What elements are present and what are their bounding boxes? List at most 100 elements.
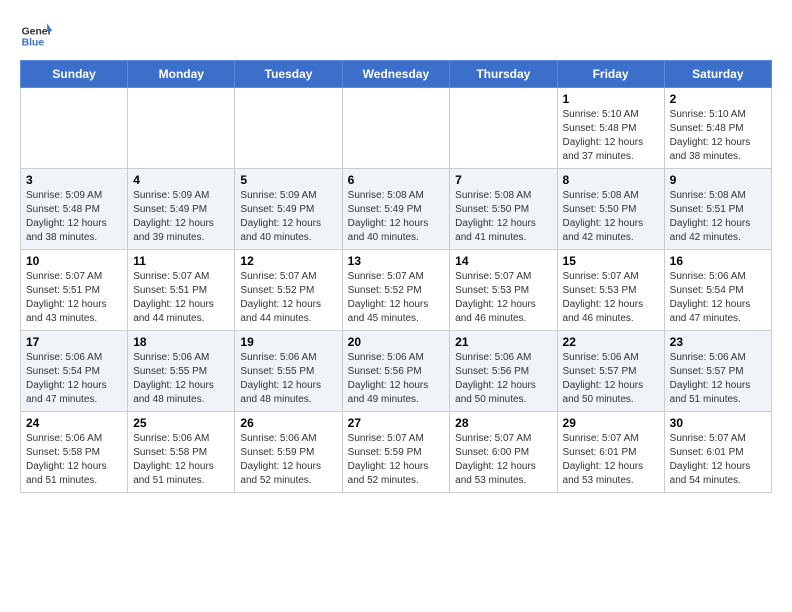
page-header: General Blue <box>20 20 772 52</box>
day-number: 5 <box>240 173 336 187</box>
day-info: Sunrise: 5:07 AM Sunset: 5:52 PM Dayligh… <box>240 270 336 326</box>
calendar-cell: 28 Sunrise: 5:07 AM Sunset: 6:00 PM Dayli… <box>450 412 557 493</box>
weekday-header-sunday: Sunday <box>21 61 128 88</box>
day-number: 28 <box>455 416 551 430</box>
calendar-body: 1 Sunrise: 5:10 AM Sunset: 5:48 PM Daylig… <box>21 88 772 493</box>
calendar-cell: 10 Sunrise: 5:07 AM Sunset: 5:51 PM Dayli… <box>21 250 128 331</box>
day-number: 8 <box>563 173 659 187</box>
day-number: 17 <box>26 335 122 349</box>
calendar-cell: 17 Sunrise: 5:06 AM Sunset: 5:54 PM Dayli… <box>21 331 128 412</box>
svg-text:Blue: Blue <box>22 38 45 49</box>
calendar-cell: 8 Sunrise: 5:08 AM Sunset: 5:50 PM Daylig… <box>557 169 664 250</box>
day-info: Sunrise: 5:07 AM Sunset: 5:51 PM Dayligh… <box>26 270 122 326</box>
day-number: 4 <box>133 173 229 187</box>
day-info: Sunrise: 5:06 AM Sunset: 5:54 PM Dayligh… <box>26 351 122 407</box>
day-info: Sunrise: 5:06 AM Sunset: 5:56 PM Dayligh… <box>348 351 445 407</box>
day-number: 23 <box>670 335 766 349</box>
day-number: 24 <box>26 416 122 430</box>
calendar-week-4: 17 Sunrise: 5:06 AM Sunset: 5:54 PM Dayli… <box>21 331 772 412</box>
day-number: 15 <box>563 254 659 268</box>
calendar-cell: 21Sunrise: 5:06 AM Sunset: 5:56 PM Dayli… <box>450 331 557 412</box>
calendar-cell: 5Sunrise: 5:09 AM Sunset: 5:49 PM Daylig… <box>235 169 342 250</box>
day-info: Sunrise: 5:09 AM Sunset: 5:48 PM Dayligh… <box>26 189 122 245</box>
day-info: Sunrise: 5:06 AM Sunset: 5:56 PM Dayligh… <box>455 351 551 407</box>
calendar-cell <box>128 88 235 169</box>
day-info: Sunrise: 5:06 AM Sunset: 5:57 PM Dayligh… <box>670 351 766 407</box>
day-number: 25 <box>133 416 229 430</box>
day-number: 3 <box>26 173 122 187</box>
day-info: Sunrise: 5:10 AM Sunset: 5:48 PM Dayligh… <box>670 108 766 164</box>
day-info: Sunrise: 5:08 AM Sunset: 5:50 PM Dayligh… <box>563 189 659 245</box>
calendar-cell: 19 Sunrise: 5:06 AM Sunset: 5:55 PM Dayli… <box>235 331 342 412</box>
weekday-header-saturday: Saturday <box>664 61 771 88</box>
day-info: Sunrise: 5:10 AM Sunset: 5:48 PM Dayligh… <box>563 108 659 164</box>
day-info: Sunrise: 5:06 AM Sunset: 5:55 PM Dayligh… <box>240 351 336 407</box>
day-info: Sunrise: 5:09 AM Sunset: 5:49 PM Dayligh… <box>133 189 229 245</box>
logo-icon: General Blue <box>20 20 52 52</box>
day-info: Sunrise: 5:06 AM Sunset: 5:58 PM Dayligh… <box>26 432 122 488</box>
calendar-table: SundayMondayTuesdayWednesdayThursdayFrid… <box>20 60 772 493</box>
calendar-cell: 18 Sunrise: 5:06 AM Sunset: 5:55 PM Dayli… <box>128 331 235 412</box>
calendar-cell <box>235 88 342 169</box>
weekday-header-tuesday: Tuesday <box>235 61 342 88</box>
weekday-header-friday: Friday <box>557 61 664 88</box>
day-info: Sunrise: 5:07 AM Sunset: 6:01 PM Dayligh… <box>670 432 766 488</box>
calendar-header: SundayMondayTuesdayWednesdayThursdayFrid… <box>21 61 772 88</box>
day-number: 6 <box>348 173 445 187</box>
calendar-cell: 7 Sunrise: 5:08 AM Sunset: 5:50 PM Daylig… <box>450 169 557 250</box>
day-number: 13 <box>348 254 445 268</box>
day-info: Sunrise: 5:06 AM Sunset: 5:57 PM Dayligh… <box>563 351 659 407</box>
calendar-cell: 11 Sunrise: 5:07 AM Sunset: 5:51 PM Dayli… <box>128 250 235 331</box>
day-number: 18 <box>133 335 229 349</box>
calendar-week-3: 10 Sunrise: 5:07 AM Sunset: 5:51 PM Dayli… <box>21 250 772 331</box>
calendar-cell: 26 Sunrise: 5:06 AM Sunset: 5:59 PM Dayli… <box>235 412 342 493</box>
calendar-cell: 6 Sunrise: 5:08 AM Sunset: 5:49 PM Daylig… <box>342 169 450 250</box>
day-number: 10 <box>26 254 122 268</box>
calendar-cell: 14 Sunrise: 5:07 AM Sunset: 5:53 PM Dayli… <box>450 250 557 331</box>
day-info: Sunrise: 5:06 AM Sunset: 5:59 PM Dayligh… <box>240 432 336 488</box>
day-number: 27 <box>348 416 445 430</box>
calendar-week-1: 1 Sunrise: 5:10 AM Sunset: 5:48 PM Daylig… <box>21 88 772 169</box>
day-info: Sunrise: 5:07 AM Sunset: 5:53 PM Dayligh… <box>455 270 551 326</box>
calendar-week-5: 24 Sunrise: 5:06 AM Sunset: 5:58 PM Dayli… <box>21 412 772 493</box>
day-number: 2 <box>670 92 766 106</box>
day-info: Sunrise: 5:07 AM Sunset: 5:59 PM Dayligh… <box>348 432 445 488</box>
weekday-header-thursday: Thursday <box>450 61 557 88</box>
calendar-cell: 29Sunrise: 5:07 AM Sunset: 6:01 PM Dayli… <box>557 412 664 493</box>
calendar-cell <box>450 88 557 169</box>
day-number: 1 <box>563 92 659 106</box>
day-info: Sunrise: 5:06 AM Sunset: 5:58 PM Dayligh… <box>133 432 229 488</box>
day-info: Sunrise: 5:06 AM Sunset: 5:54 PM Dayligh… <box>670 270 766 326</box>
calendar-cell: 13 Sunrise: 5:07 AM Sunset: 5:52 PM Dayli… <box>342 250 450 331</box>
calendar-cell: 20Sunrise: 5:06 AM Sunset: 5:56 PM Dayli… <box>342 331 450 412</box>
day-number: 30 <box>670 416 766 430</box>
calendar-cell: 23 Sunrise: 5:06 AM Sunset: 5:57 PM Dayli… <box>664 331 771 412</box>
day-info: Sunrise: 5:08 AM Sunset: 5:51 PM Dayligh… <box>670 189 766 245</box>
weekday-header-wednesday: Wednesday <box>342 61 450 88</box>
calendar-cell: 9Sunrise: 5:08 AM Sunset: 5:51 PM Daylig… <box>664 169 771 250</box>
calendar-cell: 1 Sunrise: 5:10 AM Sunset: 5:48 PM Daylig… <box>557 88 664 169</box>
weekday-header-monday: Monday <box>128 61 235 88</box>
calendar-cell: 4 Sunrise: 5:09 AM Sunset: 5:49 PM Daylig… <box>128 169 235 250</box>
day-info: Sunrise: 5:06 AM Sunset: 5:55 PM Dayligh… <box>133 351 229 407</box>
calendar-cell: 25 Sunrise: 5:06 AM Sunset: 5:58 PM Dayli… <box>128 412 235 493</box>
calendar-cell: 24 Sunrise: 5:06 AM Sunset: 5:58 PM Dayli… <box>21 412 128 493</box>
day-number: 16 <box>670 254 766 268</box>
day-info: Sunrise: 5:07 AM Sunset: 5:52 PM Dayligh… <box>348 270 445 326</box>
day-number: 14 <box>455 254 551 268</box>
calendar-cell: 15 Sunrise: 5:07 AM Sunset: 5:53 PM Dayli… <box>557 250 664 331</box>
day-number: 12 <box>240 254 336 268</box>
day-info: Sunrise: 5:07 AM Sunset: 6:00 PM Dayligh… <box>455 432 551 488</box>
day-info: Sunrise: 5:08 AM Sunset: 5:49 PM Dayligh… <box>348 189 445 245</box>
calendar-cell: 22Sunrise: 5:06 AM Sunset: 5:57 PM Dayli… <box>557 331 664 412</box>
day-info: Sunrise: 5:07 AM Sunset: 6:01 PM Dayligh… <box>563 432 659 488</box>
calendar-week-2: 3 Sunrise: 5:09 AM Sunset: 5:48 PM Daylig… <box>21 169 772 250</box>
day-number: 19 <box>240 335 336 349</box>
day-number: 26 <box>240 416 336 430</box>
day-number: 7 <box>455 173 551 187</box>
day-info: Sunrise: 5:08 AM Sunset: 5:50 PM Dayligh… <box>455 189 551 245</box>
calendar-cell <box>342 88 450 169</box>
day-info: Sunrise: 5:07 AM Sunset: 5:51 PM Dayligh… <box>133 270 229 326</box>
day-number: 11 <box>133 254 229 268</box>
day-info: Sunrise: 5:07 AM Sunset: 5:53 PM Dayligh… <box>563 270 659 326</box>
